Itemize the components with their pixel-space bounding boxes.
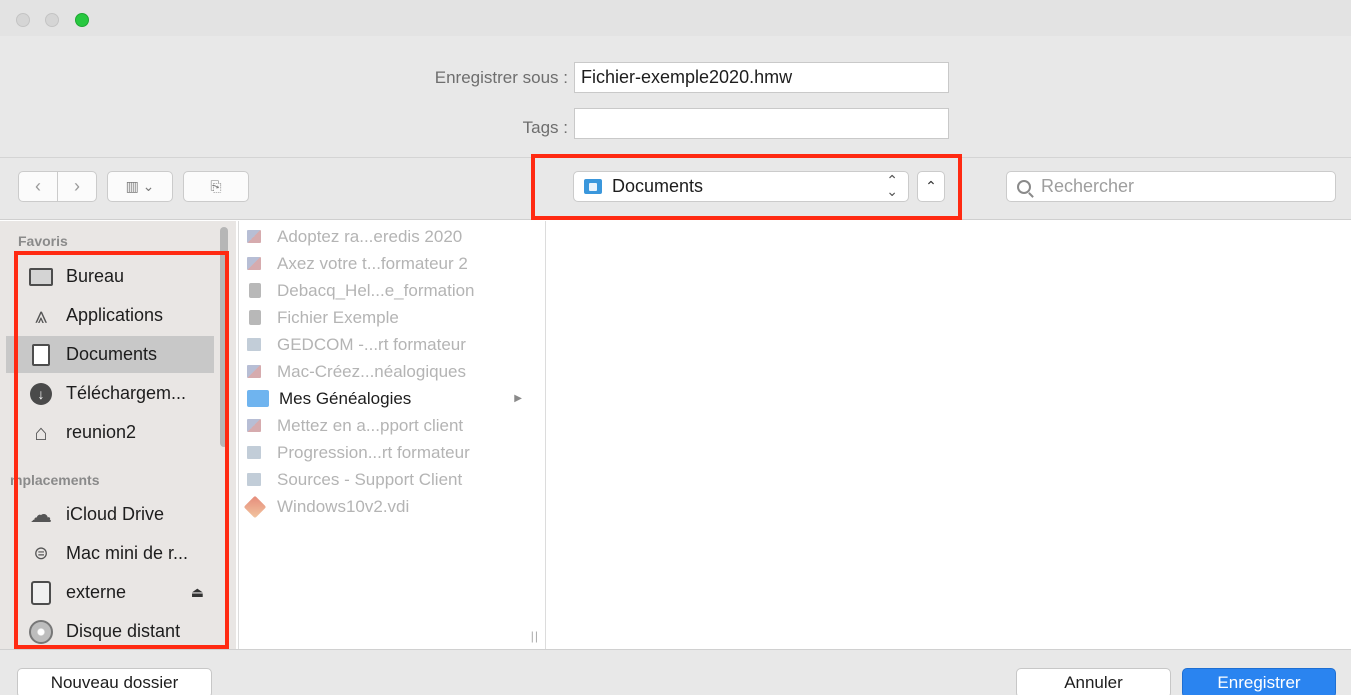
list-item[interactable]: Debacq_Hel...e_formation	[247, 277, 532, 304]
columns-view-icon: ▥ ⌄	[125, 178, 155, 194]
list-item[interactable]: Axez votre t...formateur 2	[247, 250, 532, 277]
new-folder-button[interactable]: Nouveau dossier	[17, 668, 212, 695]
title-bar	[0, 0, 1351, 36]
sidebar-item-documents[interactable]: Documents	[6, 336, 214, 373]
list-item[interactable]: Adoptez ra...eredis 2020	[247, 223, 532, 250]
new-folder-icon: ⎘	[210, 178, 222, 194]
sidebar-scrollbar[interactable]	[220, 227, 228, 447]
applications-icon: ⩓	[34, 302, 48, 328]
file-name: GEDCOM -...rt formateur	[277, 334, 466, 354]
file-name: Axez votre t...formateur 2	[277, 253, 468, 273]
gedcom-file-icon	[247, 446, 261, 459]
save-as-label: Enregistrer sous :	[434, 68, 568, 87]
sidebar-item-label: Bureau	[66, 266, 125, 286]
back-button[interactable]: ‹	[19, 172, 58, 201]
sidebar-item-label: reunion2	[66, 422, 137, 442]
list-item[interactable]: Mettez en a...pport client	[247, 412, 532, 439]
favorites-section-label: Favoris	[18, 233, 68, 249]
toolbar: ‹ › ▥ ⌄ ⎘ Documents ⌃ ⌄ ⌃ Rechercher	[0, 158, 1351, 220]
navigation-buttons: ‹ ›	[18, 171, 97, 202]
computer-icon: ⊜	[33, 543, 49, 563]
list-item[interactable]: GEDCOM -...rt formateur	[247, 331, 532, 358]
documents-icon	[28, 343, 54, 366]
sidebar-item-reunion2[interactable]: ⌂ reunion2	[6, 414, 214, 451]
footer: Nouveau dossier Annuler Enregistrer	[0, 649, 1351, 695]
sidebar-item-label: Documents	[66, 344, 158, 364]
image-file-icon	[247, 419, 261, 432]
document-file-icon	[249, 283, 261, 298]
list-item[interactable]: Sources - Support Client	[247, 466, 532, 493]
downloads-icon: ↓	[28, 382, 54, 405]
file-name: Sources - Support Client	[277, 469, 463, 489]
popup-chevrons-icon: ⌃ ⌄	[886, 172, 898, 199]
folder-icon	[247, 390, 269, 407]
search-icon	[1017, 179, 1031, 194]
sidebar-item-label: Applications	[66, 305, 164, 325]
image-file-icon	[247, 230, 261, 243]
close-window-button[interactable]	[16, 13, 30, 27]
location-popup[interactable]: Documents ⌃ ⌄	[573, 171, 909, 202]
sidebar-item-label: iCloud Drive	[66, 504, 165, 524]
cancel-button[interactable]: Annuler	[1016, 668, 1171, 695]
gedcom-file-icon	[247, 473, 261, 486]
chevron-up-icon: ⌃	[925, 178, 937, 194]
file-name: Adoptez ra...eredis 2020	[277, 226, 463, 246]
file-name: Mac-Créez...néalogiques	[277, 361, 466, 381]
search-input[interactable]: Rechercher	[1006, 171, 1336, 202]
list-item[interactable]: Windows10v2.vdi	[243, 493, 532, 520]
save-button[interactable]: Enregistrer	[1182, 668, 1336, 695]
image-file-icon	[247, 257, 261, 270]
sidebar-item-bureau[interactable]: Bureau	[6, 258, 214, 295]
desktop-icon	[28, 266, 54, 288]
gedcom-file-icon	[247, 338, 261, 351]
minimize-window-button[interactable]	[45, 13, 59, 27]
vdi-file-icon	[243, 495, 267, 518]
search-placeholder: Rechercher	[1041, 176, 1135, 196]
sidebar-item-label: Disque distant	[66, 621, 181, 641]
sidebar-item-label: externe	[66, 582, 127, 602]
sidebar-item-mac-mini[interactable]: ⊜ Mac mini de r...	[6, 535, 214, 572]
file-column: Adoptez ra...eredis 2020 Axez votre t...…	[238, 221, 546, 649]
zoom-window-button[interactable]	[75, 13, 89, 27]
list-item[interactable]: Fichier Exemple	[247, 304, 532, 331]
document-file-icon	[249, 310, 261, 325]
tags-label: Tags :	[522, 118, 568, 137]
sidebar-item-telechargements[interactable]: ↓ Téléchargem...	[6, 375, 214, 412]
sidebar: Favoris Bureau ⩓ Applications Documents …	[0, 221, 236, 649]
sidebar-item-externe[interactable]: externe ⏏	[6, 574, 214, 611]
locations-section-label: mplacements	[10, 472, 100, 488]
file-name: Fichier Exemple	[277, 307, 399, 327]
external-disk-icon	[28, 580, 54, 605]
list-item[interactable]: Progression...rt formateur	[247, 439, 532, 466]
image-file-icon	[247, 365, 261, 378]
file-name: Debacq_Hel...e_formation	[277, 280, 475, 300]
file-name: Progression...rt formateur	[277, 442, 470, 462]
save-header: Enregistrer sous : Tags :	[0, 36, 1351, 158]
expand-collapse-button[interactable]: ⌃	[917, 171, 945, 202]
forward-button[interactable]: ›	[58, 172, 96, 201]
list-item-folder[interactable]: Mes Généalogies ▶	[247, 385, 532, 412]
view-options-button[interactable]: ▥ ⌄	[107, 171, 173, 202]
sidebar-item-label: Mac mini de r...	[66, 543, 189, 563]
preview-pane	[547, 221, 1351, 649]
file-name: Windows10v2.vdi	[277, 496, 410, 516]
home-icon: ⌂	[34, 419, 48, 445]
tags-input[interactable]	[574, 108, 949, 139]
documents-folder-icon	[584, 179, 602, 194]
file-name: Mes Généalogies	[279, 388, 412, 408]
remote-disc-icon	[28, 619, 54, 644]
sidebar-item-disque-distant[interactable]: Disque distant	[6, 613, 214, 649]
location-label: Documents	[612, 176, 704, 196]
list-item[interactable]: Mac-Créez...néalogiques	[247, 358, 532, 385]
sidebar-item-label: Téléchargem...	[66, 383, 187, 403]
sidebar-item-icloud-drive[interactable]: ☁ iCloud Drive	[6, 496, 214, 533]
eject-icon[interactable]: ⏏	[191, 584, 204, 601]
disclosure-arrow-icon: ▶	[514, 393, 522, 404]
cloud-icon: ☁	[30, 501, 52, 527]
file-name: Mettez en a...pport client	[277, 415, 464, 435]
new-folder-toolbar-button[interactable]: ⎘	[183, 171, 249, 202]
column-resize-handle[interactable]: ||	[531, 629, 539, 643]
save-as-input[interactable]	[574, 62, 949, 93]
sidebar-item-applications[interactable]: ⩓ Applications	[6, 297, 214, 334]
